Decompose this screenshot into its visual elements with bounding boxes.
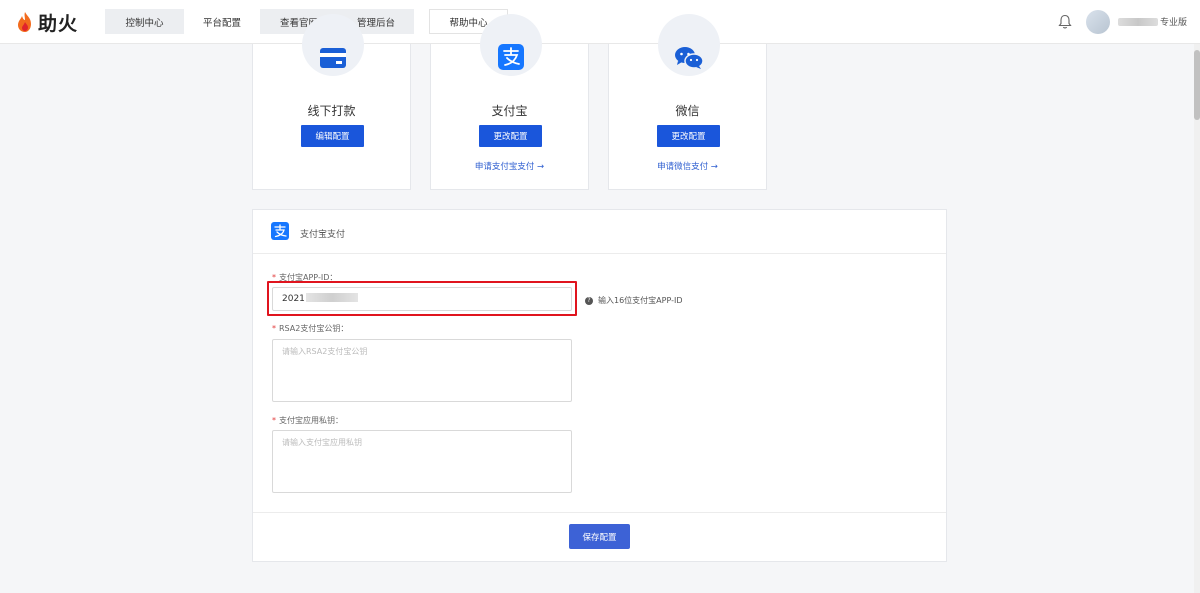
required-mark: *	[272, 324, 276, 333]
panel-divider	[253, 512, 946, 513]
apply-alipay-link[interactable]: 申请支付宝支付 →	[431, 160, 588, 172]
alipay-config-panel: 支付宝支付 * 支付宝APP-ID： 2021 ? 输入16位支付宝APP-ID …	[252, 209, 947, 562]
app-id-hint: ? 输入16位支付宝APP-ID	[585, 295, 683, 306]
flame-icon	[18, 12, 31, 32]
card-icon	[320, 48, 346, 68]
private-key-textarea[interactable]: 请输入支付宝应用私钥	[272, 430, 572, 493]
change-alipay-config-button[interactable]: 更改配置	[479, 125, 542, 147]
public-key-label: * RSA2支付宝公钥：	[272, 323, 348, 334]
app-id-value: 2021	[282, 294, 305, 304]
logo-text: 助火	[38, 12, 79, 35]
app-id-hint-text: 输入16位支付宝APP-ID	[598, 296, 683, 305]
public-key-label-text: RSA2支付宝公钥：	[279, 324, 349, 333]
change-wechat-config-button[interactable]: 更改配置	[657, 125, 720, 147]
app-id-input[interactable]: 2021	[272, 287, 572, 311]
offline-payment-card: 线下打款 编辑配置	[252, 14, 411, 190]
public-key-placeholder: 请输入RSA2支付宝公钥	[282, 347, 368, 356]
wechat-card: 微信 更改配置 申请微信支付 →	[608, 14, 767, 190]
scrollbar-thumb[interactable]	[1194, 50, 1200, 120]
wechat-icon	[675, 47, 704, 69]
apply-wechat-link[interactable]: 申请微信支付 →	[609, 160, 766, 172]
alipay-title: 支付宝	[491, 104, 528, 118]
private-key-label-text: 支付宝应用私钥：	[279, 416, 343, 425]
alipay-card: 支付宝 更改配置 申请支付宝支付 →	[430, 14, 589, 190]
main-nav: 控制中心 平台配置 查看官网 管理后台	[105, 9, 414, 34]
wechat-title: 微信	[675, 104, 700, 118]
private-key-placeholder: 请输入支付宝应用私钥	[282, 438, 362, 447]
alipay-icon	[271, 222, 289, 240]
question-icon: ?	[585, 296, 593, 305]
private-key-label: * 支付宝应用私钥：	[272, 415, 343, 426]
bell-icon[interactable]	[1058, 14, 1072, 30]
panel-title: 支付宝支付	[300, 230, 346, 240]
app-id-redacted	[305, 293, 358, 302]
top-bar: 助火 控制中心 平台配置 查看官网 管理后台 帮助中心 专业版	[0, 0, 1200, 44]
nav-control-center[interactable]: 控制中心	[105, 9, 184, 34]
nav-platform-config[interactable]: 平台配置	[184, 9, 260, 34]
public-key-textarea[interactable]: 请输入RSA2支付宝公钥	[272, 339, 572, 402]
required-mark: *	[272, 416, 276, 425]
alipay-icon-circle	[480, 14, 542, 76]
edit-offline-config-button[interactable]: 编辑配置	[301, 125, 364, 147]
offline-title: 线下打款	[307, 104, 356, 118]
logo[interactable]: 助火	[16, 10, 79, 35]
avatar[interactable]	[1086, 10, 1110, 34]
panel-header: 支付宝支付	[253, 210, 946, 254]
plan-label: 专业版	[1160, 18, 1188, 28]
offline-icon-circle	[302, 14, 364, 76]
scrollbar-track[interactable]	[1194, 44, 1200, 593]
save-config-button[interactable]: 保存配置	[569, 524, 630, 549]
wechat-icon-circle	[658, 14, 720, 76]
username-redacted	[1118, 18, 1158, 26]
alipay-icon	[498, 44, 524, 70]
